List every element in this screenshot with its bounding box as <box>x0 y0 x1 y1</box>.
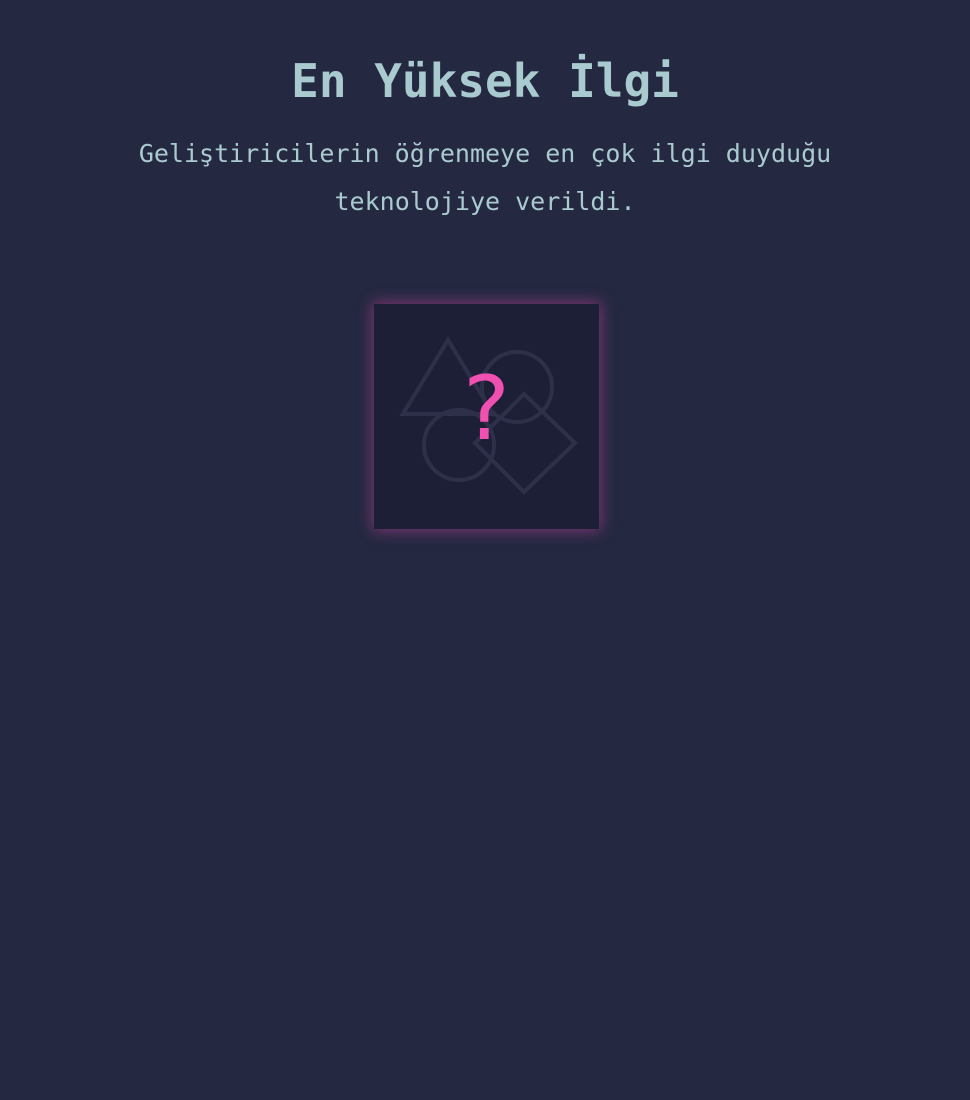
question-mark-icon: ? <box>463 356 510 460</box>
award-badge: ? <box>374 304 599 529</box>
unknown-winner-placeholder: ? <box>374 304 599 529</box>
award-title: En Yüksek İlgi <box>291 54 679 108</box>
award-description: Geliştiricilerin öğrenmeye en çok ilgi d… <box>138 139 832 216</box>
